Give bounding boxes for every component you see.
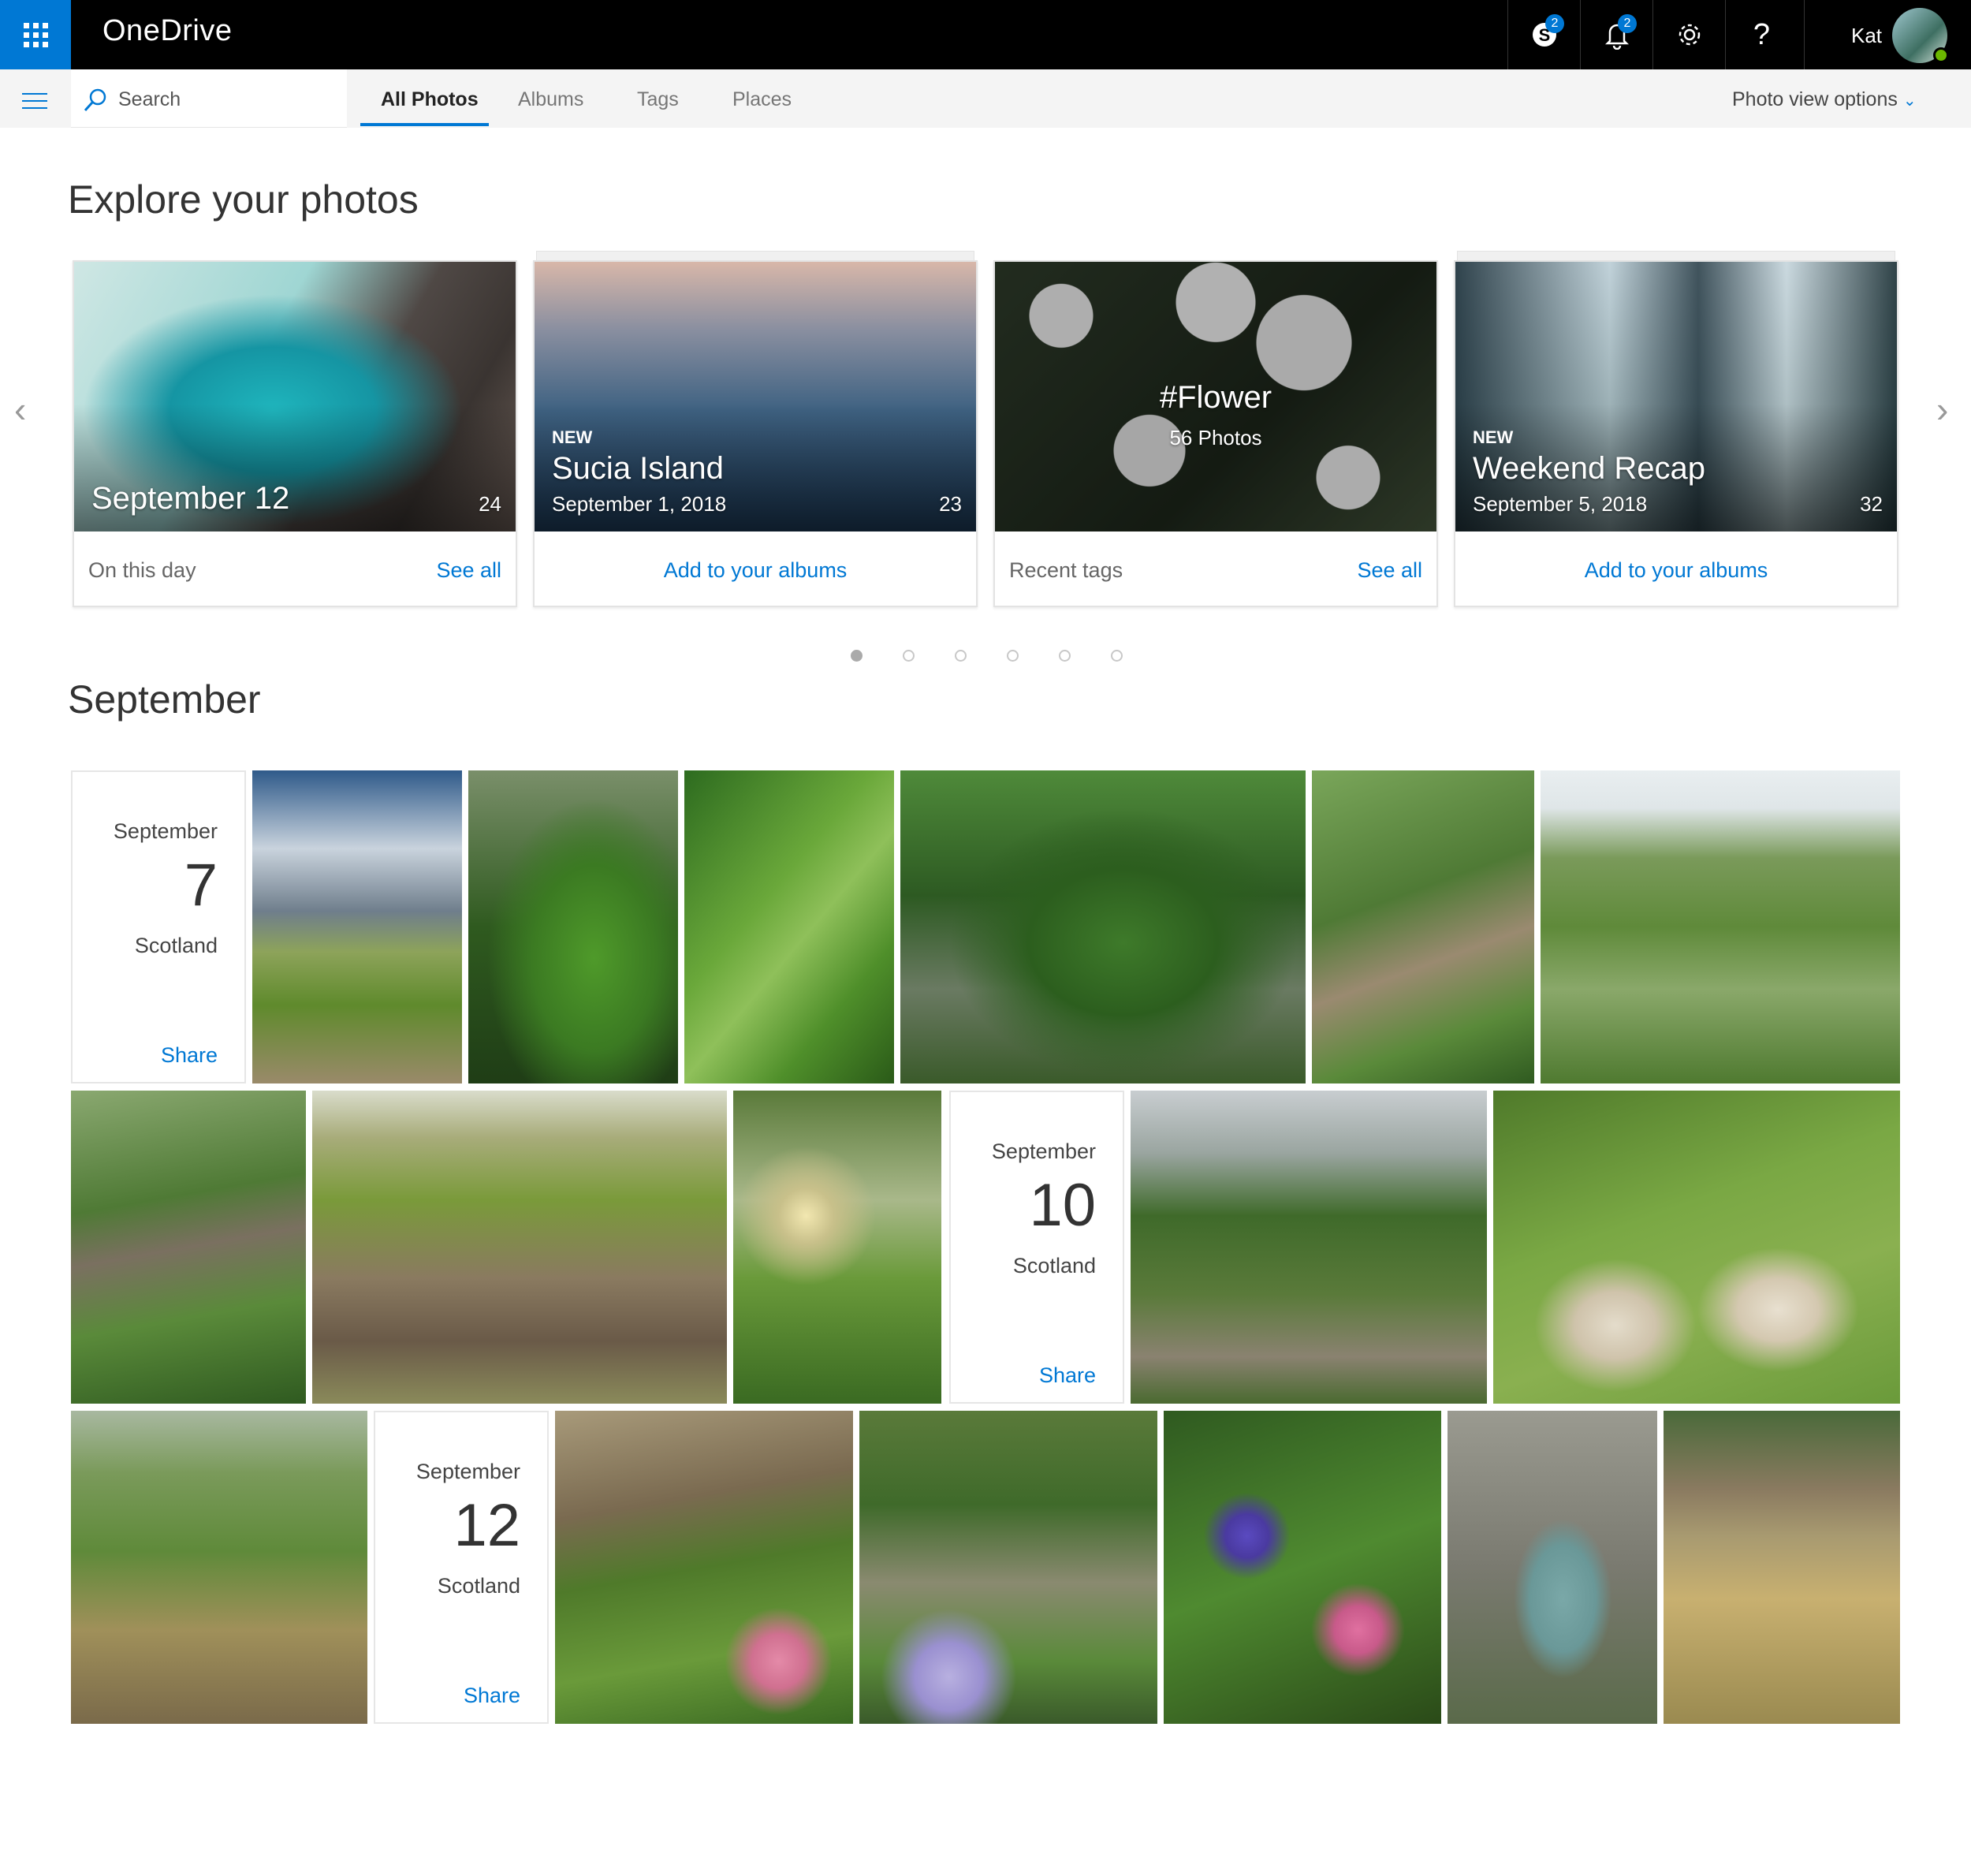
day-month: September (415, 1460, 520, 1483)
search-icon (84, 88, 106, 112)
add-to-albums-link[interactable]: Add to your albums (1455, 558, 1897, 583)
card-category: On this day (88, 558, 196, 582)
photo-thumbnail[interactable] (1493, 1091, 1900, 1404)
tab-tags[interactable]: Tags (637, 88, 679, 111)
day-header-tile: September 12 Scotland Share (374, 1411, 549, 1724)
notifications-button[interactable]: 2 (1580, 0, 1652, 69)
skype-button[interactable]: S 2 (1507, 0, 1580, 69)
tab-albums[interactable]: Albums (518, 88, 583, 111)
hamburger-menu-icon[interactable] (22, 93, 47, 109)
photo-thumbnail[interactable] (252, 770, 462, 1083)
day-number: 7 (184, 852, 218, 919)
day-header-tile: September 10 Scotland Share (949, 1091, 1124, 1404)
share-link[interactable]: Share (1039, 1363, 1096, 1388)
carousel-page-dot[interactable] (1059, 650, 1071, 662)
day-header-tile: September 7 Scotland Share (71, 770, 246, 1083)
photo-thumbnail[interactable] (684, 770, 894, 1083)
see-all-link[interactable]: See all (436, 558, 501, 583)
photo-thumbnail[interactable] (1448, 1411, 1657, 1724)
skype-badge: 2 (1545, 14, 1564, 33)
help-button[interactable]: ? (1725, 0, 1798, 69)
card-title: Sucia Island (552, 451, 724, 486)
carousel-prev-icon[interactable]: ‹ (14, 388, 26, 431)
carousel-page-dot[interactable] (903, 650, 915, 662)
tab-all-photos[interactable]: All Photos (381, 88, 479, 111)
carousel-page-dot[interactable] (955, 650, 967, 662)
app-launcher-button[interactable] (0, 0, 71, 69)
new-badge: NEW (1473, 427, 1514, 447)
app-title[interactable]: OneDrive (102, 14, 233, 48)
carousel-next-icon[interactable]: › (1936, 388, 1948, 431)
carousel-page-dot[interactable] (1111, 650, 1123, 662)
share-link[interactable]: Share (161, 1043, 218, 1068)
card-count: 23 (939, 492, 962, 516)
photo-thumbnail[interactable] (71, 1411, 367, 1724)
tab-places[interactable]: Places (732, 88, 792, 111)
card-title: Weekend Recap (1473, 451, 1705, 486)
tag-card-flower[interactable]: #Flower 56 Photos Recent tags See all (993, 260, 1438, 607)
gear-icon (1679, 24, 1700, 46)
add-to-albums-link[interactable]: Add to your albums (535, 558, 976, 583)
chevron-down-icon: ⌄ (1902, 92, 1917, 110)
see-all-link[interactable]: See all (1357, 558, 1422, 583)
photo-thumbnail[interactable] (1164, 1411, 1441, 1724)
on-this-day-card[interactable]: September 12 24 On this day See all (73, 260, 517, 607)
waffle-icon (23, 22, 48, 47)
card-title: #Flower (1159, 380, 1272, 415)
card-category: Recent tags (1009, 558, 1123, 582)
share-link[interactable]: Share (464, 1684, 520, 1708)
photo-thumbnail[interactable] (1541, 770, 1900, 1083)
photo-thumbnail[interactable] (1312, 770, 1534, 1083)
card-count: 24 (479, 492, 501, 516)
explore-heading: Explore your photos (68, 177, 419, 222)
photo-thumbnail[interactable] (859, 1411, 1157, 1724)
day-place: Scotland (134, 934, 218, 957)
photo-thumbnail[interactable] (1664, 1411, 1900, 1724)
day-place: Scotland (437, 1574, 520, 1598)
card-subtitle: 56 Photos (1169, 426, 1262, 449)
search-input[interactable] (71, 69, 347, 128)
user-name: Kat (1851, 24, 1883, 47)
carousel-page-dot[interactable] (1007, 650, 1019, 662)
month-heading: September (68, 677, 261, 722)
day-number: 12 (453, 1492, 520, 1559)
photo-thumbnail[interactable] (900, 770, 1306, 1083)
album-card-sucia-island[interactable]: NEW Sucia Island September 1, 2018 23 Ad… (533, 260, 978, 607)
day-month: September (113, 819, 218, 843)
card-count: 32 (1860, 492, 1883, 516)
photo-view-options-button[interactable]: Photo view options ⌄ (1732, 88, 1917, 111)
photo-thumbnail[interactable] (312, 1091, 727, 1404)
photo-view-options-label: Photo view options (1732, 88, 1898, 110)
photo-thumbnail[interactable] (555, 1411, 853, 1724)
help-icon: ? (1753, 17, 1771, 51)
photo-thumbnail[interactable] (1131, 1091, 1487, 1404)
album-card-weekend-recap[interactable]: NEW Weekend Recap September 5, 2018 32 A… (1454, 260, 1898, 607)
notifications-badge: 2 (1618, 14, 1637, 33)
photo-thumbnail[interactable] (468, 770, 678, 1083)
card-title: September 12 (91, 481, 290, 516)
card-date: September 1, 2018 (552, 492, 727, 516)
photo-thumbnail[interactable] (71, 1091, 306, 1404)
new-badge: NEW (552, 427, 593, 447)
carousel-page-dot[interactable] (851, 650, 863, 662)
card-date: September 5, 2018 (1473, 492, 1648, 516)
photo-thumbnail[interactable] (733, 1091, 941, 1404)
presence-indicator (1933, 47, 1949, 63)
settings-button[interactable] (1652, 0, 1725, 69)
day-number: 10 (1029, 1172, 1096, 1239)
day-month: September (991, 1139, 1096, 1163)
active-tab-indicator (360, 123, 489, 126)
search-placeholder: Search (118, 88, 181, 110)
day-place: Scotland (1012, 1254, 1096, 1277)
